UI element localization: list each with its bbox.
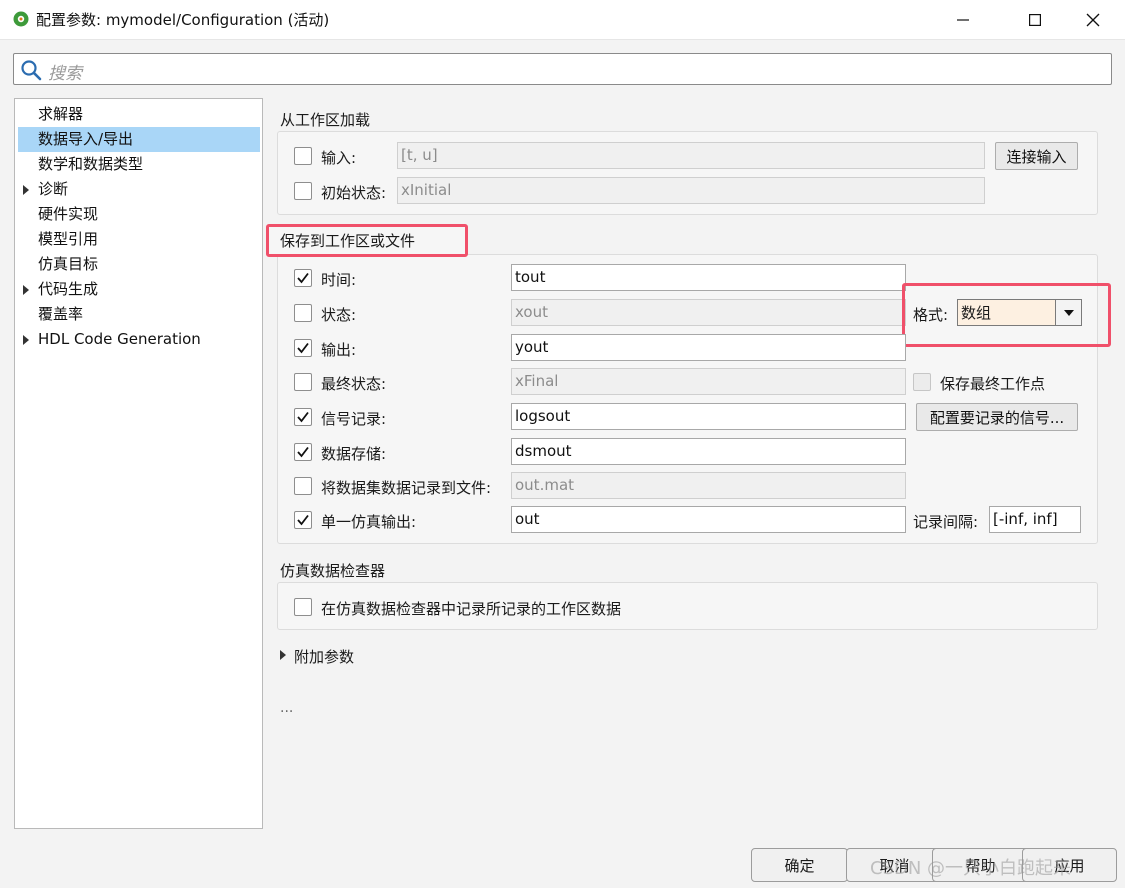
format-label: 格式: [913, 306, 949, 324]
initial-state-label: 初始状态: [321, 184, 387, 202]
tree-item-label: 诊断 [38, 180, 69, 198]
time-label: 时间: [321, 271, 357, 289]
tree-item-code-generation[interactable]: 代码生成 [18, 277, 260, 302]
load-section-title: 从工作区加载 [280, 111, 371, 129]
tree-item-label: 求解器 [38, 105, 84, 123]
configure-signals-button[interactable]: 配置要记录的信号... [916, 403, 1078, 431]
initial-state-field[interactable]: xInitial [397, 177, 985, 204]
category-tree: 求解器 数据导入/导出 数学和数据类型 诊断 硬件实现 模型引用 仿真目标 代码… [14, 98, 263, 829]
format-select[interactable]: 数组 [957, 299, 1082, 326]
checkmark-icon [297, 342, 309, 354]
simulink-gear-icon [13, 11, 29, 27]
checkmark-icon [297, 514, 309, 526]
input-label: 输入: [321, 149, 357, 167]
log-to-file-field[interactable]: out.mat [511, 472, 906, 499]
tree-item-diagnostics[interactable]: 诊断 [18, 177, 260, 202]
data-stores-field[interactable]: dsmout [511, 438, 906, 465]
tree-item-label: 仿真目标 [38, 255, 99, 273]
expand-arrow-icon[interactable] [23, 185, 29, 195]
output-field[interactable]: yout [511, 334, 906, 361]
save-section-title: 保存到工作区或文件 [280, 232, 416, 250]
tree-item-hdl-code-generation[interactable]: HDL Code Generation [18, 327, 260, 352]
format-select-value: 数组 [961, 304, 992, 322]
states-checkbox[interactable] [294, 304, 312, 322]
input-field[interactable]: [t, u] [397, 142, 985, 169]
title-bar: 配置参数: mymodel/Configuration (活动) [0, 0, 1125, 40]
log-interval-label: 记录间隔: [913, 513, 979, 531]
signal-logging-checkbox[interactable] [294, 408, 312, 426]
search-icon [21, 60, 42, 81]
sdi-record-checkbox[interactable] [294, 598, 312, 616]
sdi-record-label: 在仿真数据检查器中记录所记录的工作区数据 [321, 600, 622, 618]
watermark-text: CSDN @一只小白跑起来 [870, 858, 1072, 879]
expand-arrow-icon[interactable] [23, 285, 29, 295]
input-checkbox[interactable] [294, 147, 312, 165]
close-icon [1086, 13, 1100, 27]
additional-params-label[interactable]: 附加参数 [294, 646, 354, 667]
tree-item-data-import-export[interactable]: 数据导入/导出 [18, 127, 260, 152]
sdi-section-title: 仿真数据检查器 [280, 562, 386, 580]
ok-button[interactable]: 确定 [751, 848, 848, 882]
save-final-op-label: 保存最终工作点 [940, 375, 1046, 393]
single-sim-output-label: 单一仿真输出: [321, 513, 417, 531]
states-field[interactable]: xout [511, 299, 906, 326]
initial-state-checkbox[interactable] [294, 182, 312, 200]
tree-item-label: 数据导入/导出 [38, 130, 134, 148]
tree-item-label: 代码生成 [38, 280, 99, 298]
search-placeholder: 搜索 [48, 64, 82, 84]
log-to-file-checkbox[interactable] [294, 477, 312, 495]
time-checkbox[interactable] [294, 269, 312, 287]
maximize-icon [1029, 14, 1041, 26]
signal-logging-field[interactable]: logsout [511, 403, 906, 430]
data-stores-checkbox[interactable] [294, 443, 312, 461]
log-interval-field[interactable]: [-inf, inf] [989, 506, 1081, 533]
ellipsis-text: ... [280, 700, 294, 716]
window-title: 配置参数: mymodel/Configuration (活动) [36, 11, 330, 29]
tree-item-coverage[interactable]: 覆盖率 [18, 302, 260, 327]
time-field[interactable]: tout [511, 264, 906, 291]
data-stores-label: 数据存储: [321, 445, 387, 463]
connect-input-button[interactable]: 连接输入 [995, 142, 1078, 170]
chevron-down-icon [1063, 309, 1074, 316]
log-to-file-label: 将数据集数据记录到文件: [321, 479, 492, 497]
format-dropdown-button[interactable] [1055, 300, 1081, 325]
expand-arrow-icon[interactable] [280, 650, 286, 660]
tree-item-label: 模型引用 [38, 230, 99, 248]
tree-item-label: 覆盖率 [38, 305, 84, 323]
tree-item-model-referencing[interactable]: 模型引用 [18, 227, 260, 252]
minimize-button[interactable] [940, 0, 986, 40]
checkmark-icon [297, 446, 309, 458]
output-label: 输出: [321, 341, 357, 359]
final-states-checkbox[interactable] [294, 373, 312, 391]
save-final-op-checkbox[interactable] [913, 373, 931, 391]
signal-logging-label: 信号记录: [321, 410, 387, 428]
checkmark-icon [297, 272, 309, 284]
minimize-icon [957, 19, 969, 21]
final-states-field[interactable]: xFinal [511, 368, 906, 395]
tree-item-simulation-target[interactable]: 仿真目标 [18, 252, 260, 277]
tree-item-hardware[interactable]: 硬件实现 [18, 202, 260, 227]
search-input[interactable]: 搜索 [13, 53, 1112, 85]
tree-item-solver[interactable]: 求解器 [18, 102, 260, 127]
output-checkbox[interactable] [294, 339, 312, 357]
tree-item-label: HDL Code Generation [38, 330, 201, 348]
close-button[interactable] [1070, 0, 1116, 40]
states-label: 状态: [321, 306, 357, 324]
checkmark-icon [297, 411, 309, 423]
single-sim-output-checkbox[interactable] [294, 511, 312, 529]
expand-arrow-icon[interactable] [23, 335, 29, 345]
final-states-label: 最终状态: [321, 375, 387, 393]
tree-item-label: 硬件实现 [38, 205, 99, 223]
tree-item-math-data-types[interactable]: 数学和数据类型 [18, 152, 260, 177]
single-sim-output-field[interactable]: out [511, 506, 906, 533]
maximize-button[interactable] [1012, 0, 1058, 40]
tree-item-label: 数学和数据类型 [38, 155, 144, 173]
